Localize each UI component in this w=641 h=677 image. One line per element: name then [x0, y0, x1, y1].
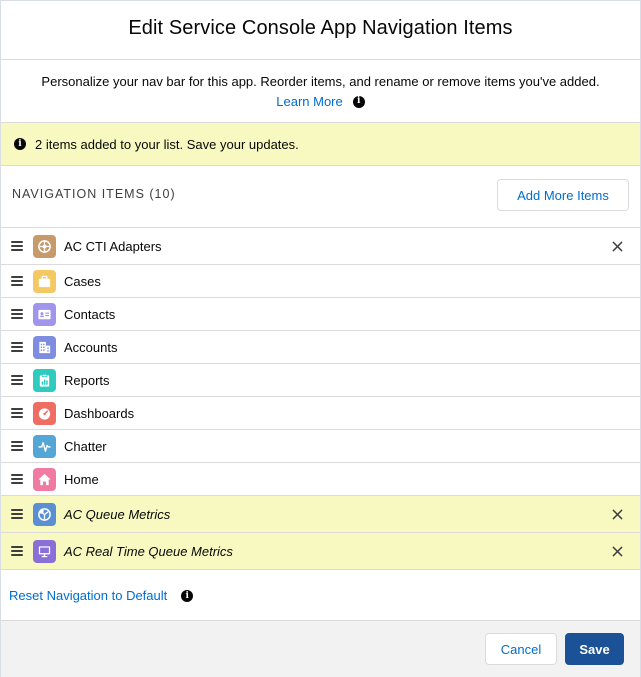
navigation-item-row[interactable]: Dashboards [1, 397, 640, 430]
learn-more-link[interactable]: Learn More [276, 94, 342, 109]
navigation-item-label: AC Queue Metrics [64, 506, 171, 522]
drag-handle-icon[interactable] [11, 342, 23, 352]
info-toast: i 2 items added to your list. Save your … [1, 122, 640, 166]
info-icon: i [14, 138, 26, 150]
navigation-item-label: Contacts [64, 306, 116, 322]
modal-header: Edit Service Console App Navigation Item… [1, 1, 640, 60]
navigation-items-list: AC CTI Adapters Cases Contacts Accounts Repo… [1, 227, 640, 570]
drag-handle-icon[interactable] [11, 309, 23, 319]
learn-more-row: Learn More i [1, 94, 640, 109]
contact-icon [33, 302, 56, 326]
remove-item-icon[interactable] [610, 507, 624, 521]
info-icon[interactable]: i [352, 95, 365, 108]
report-icon [33, 368, 56, 392]
home-icon [33, 467, 56, 491]
remove-item-icon[interactable] [610, 239, 624, 253]
navigation-item-row[interactable]: Accounts [1, 331, 640, 364]
monitor-icon [33, 539, 56, 563]
navigation-item-label: Cases [64, 273, 101, 289]
navigation-item-label: AC Real Time Queue Metrics [64, 543, 233, 559]
edit-navigation-modal: Edit Service Console App Navigation Item… [0, 0, 641, 677]
chatter-icon [33, 434, 56, 458]
drag-handle-icon[interactable] [11, 441, 23, 451]
modal-footer: Cancel Save [1, 620, 640, 677]
save-button[interactable]: Save [565, 633, 624, 665]
cti-adapter-icon [33, 234, 56, 258]
navigation-items-header: NAVIGATION ITEMS (10) Add More Items [1, 167, 640, 227]
navigation-item-row[interactable]: AC CTI Adapters [1, 228, 640, 265]
navigation-item-label: Home [64, 471, 99, 487]
drag-handle-icon[interactable] [11, 546, 23, 556]
case-icon [33, 269, 56, 293]
drag-handle-icon[interactable] [11, 474, 23, 484]
drag-handle-icon[interactable] [11, 241, 23, 251]
navigation-item-label: Accounts [64, 339, 118, 355]
navigation-item-row[interactable]: Reports [1, 364, 640, 397]
navigation-item-row[interactable]: Home [1, 463, 640, 496]
account-icon [33, 335, 56, 359]
toast-message: 2 items added to your list. Save your up… [35, 136, 299, 152]
queue-metrics-icon [33, 502, 56, 526]
drag-handle-icon[interactable] [11, 509, 23, 519]
dashboard-icon [33, 401, 56, 425]
drag-handle-icon[interactable] [11, 408, 23, 418]
modal-intro: Personalize your nav bar for this app. R… [1, 60, 640, 122]
navigation-item-label: Dashboards [64, 405, 135, 421]
reset-navigation-link[interactable]: Reset Navigation to Default [9, 588, 167, 603]
navigation-item-label: Chatter [64, 438, 107, 454]
cancel-button[interactable]: Cancel [485, 633, 557, 665]
drag-handle-icon[interactable] [11, 375, 23, 385]
navigation-item-row[interactable]: Contacts [1, 298, 640, 331]
navigation-item-row[interactable]: Cases [1, 265, 640, 298]
reset-row: Reset Navigation to Default i [1, 570, 640, 620]
add-more-items-button[interactable]: Add More Items [497, 179, 629, 211]
intro-text: Personalize your nav bar for this app. R… [41, 74, 600, 89]
drag-handle-icon[interactable] [11, 276, 23, 286]
navigation-item-label: AC CTI Adapters [64, 238, 162, 254]
navigation-item-row[interactable]: AC Real Time Queue Metrics [1, 533, 640, 570]
navigation-items-count: NAVIGATION ITEMS (10) [12, 187, 176, 201]
navigation-item-row[interactable]: AC Queue Metrics [1, 496, 640, 533]
info-icon[interactable]: i [181, 590, 194, 602]
modal-title: Edit Service Console App Navigation Item… [128, 17, 513, 39]
navigation-item-row[interactable]: Chatter [1, 430, 640, 463]
remove-item-icon[interactable] [610, 544, 624, 558]
navigation-item-label: Reports [64, 372, 110, 388]
